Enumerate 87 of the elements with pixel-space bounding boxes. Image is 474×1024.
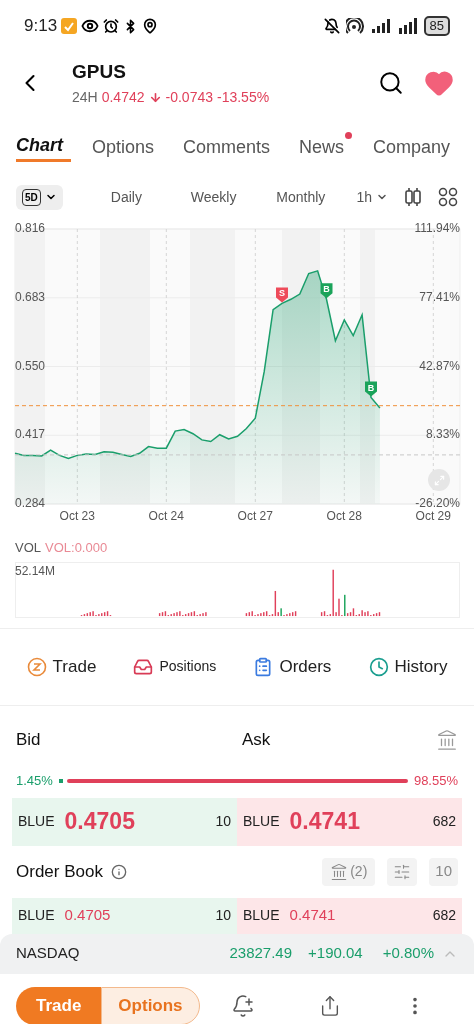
quote-size: 682: [432, 812, 456, 831]
y-axis-label: 0.417: [15, 427, 46, 442]
quote-price: 0.4705: [64, 905, 111, 926]
last-price: 0.4742: [101, 87, 145, 107]
clock-icon: [368, 656, 389, 677]
percent-change: -13.55%: [217, 87, 270, 107]
alert-bell-icon[interactable]: [231, 993, 256, 1018]
trade-marker[interactable]: S: [276, 287, 288, 303]
ask-heading: Ask: [242, 728, 271, 751]
bank-icon[interactable]: [436, 728, 458, 751]
period-tab[interactable]: Monthly: [257, 186, 345, 208]
signal-icon: [397, 18, 418, 34]
app-icon: [61, 18, 78, 34]
x-axis-label: Oct 29: [415, 509, 451, 523]
quote-size: 10: [215, 812, 231, 831]
interval-dropdown[interactable]: 1h: [356, 186, 388, 208]
filter-button[interactable]: [387, 857, 418, 886]
quote-price: 0.4741: [289, 807, 360, 837]
x-axis-label: Oct 24: [148, 509, 184, 523]
period-tab[interactable]: Daily: [82, 186, 170, 208]
session-label: 24H: [72, 87, 98, 107]
tab[interactable]: News: [298, 129, 352, 161]
status-time: 9:13: [24, 15, 58, 38]
quote-size: 10: [215, 906, 231, 925]
y-axis-label: 0.550: [15, 358, 46, 373]
action-button[interactable]: Trade: [26, 653, 97, 680]
annotation: B: [323, 284, 331, 295]
price-change: -0.0743: [165, 87, 213, 107]
order-book-title: Order Book: [16, 860, 103, 883]
action-button[interactable]: History: [368, 653, 448, 680]
action-button[interactable]: Orders: [253, 653, 332, 680]
volume-max-label: 52.14M: [15, 562, 56, 580]
period-tab[interactable]: Weekly: [170, 186, 258, 208]
bank-icon: [330, 862, 349, 881]
percent-axis-label: 8.33%: [425, 427, 460, 442]
stock-symbol: GPUS: [72, 60, 127, 85]
annotation: S: [278, 288, 286, 299]
y-axis-label: 0.284: [15, 496, 46, 511]
x-axis-label: Oct 28: [326, 509, 362, 523]
index-value: 23827.49: [229, 943, 293, 964]
index-ticker-bar[interactable]: NASDAQ 23827.49 +190.04 +0.80%: [0, 933, 474, 974]
tab[interactable]: Comments: [182, 129, 278, 161]
location-icon: [142, 18, 159, 34]
search-button[interactable]: [378, 70, 404, 96]
percent-axis-label: -26.20%: [415, 496, 460, 511]
volume-reading: VOL:0.000: [45, 539, 108, 557]
info-icon[interactable]: [110, 863, 127, 880]
period-chip[interactable]: 5D: [16, 184, 63, 210]
percent-axis-label: 77.41%: [419, 289, 460, 304]
venue-label: BLUE: [243, 906, 280, 925]
quote-price: 0.4705: [64, 807, 135, 837]
x-axis-label: Oct 27: [237, 509, 273, 523]
grid-icon[interactable]: [438, 187, 458, 207]
hotspot-icon: [345, 18, 364, 34]
tab[interactable]: Chart: [16, 128, 71, 162]
x-axis-label: Oct 23: [59, 509, 95, 523]
candlestick-icon[interactable]: [404, 187, 422, 207]
index-name: NASDAQ: [16, 943, 80, 964]
y-axis-label: 0.816: [15, 221, 46, 236]
battery-level: 85: [423, 16, 450, 36]
quote-price: 0.4741: [289, 905, 336, 926]
tab[interactable]: Company: [372, 129, 458, 161]
ask-percent: 98.55%: [413, 771, 458, 790]
index-percent: +0.80%: [382, 943, 434, 964]
tab[interactable]: Options: [91, 129, 162, 161]
sliders-icon: [393, 862, 412, 881]
bid-percent: 1.45%: [16, 771, 53, 790]
quote-size: 682: [432, 906, 456, 925]
down-arrow-icon: [148, 90, 162, 104]
venue-label: BLUE: [18, 906, 55, 925]
signal-icon: [369, 19, 392, 33]
alarm-icon: [103, 18, 120, 34]
mute-icon: [323, 18, 340, 34]
venue-label: BLUE: [18, 812, 55, 831]
y-axis-label: 0.683: [15, 289, 46, 304]
eye-icon: [81, 17, 100, 35]
expand-icon: [433, 474, 445, 486]
percent-axis-label: 111.94%: [414, 221, 460, 236]
bid-heading: Bid: [16, 728, 42, 751]
index-change: +190.04: [308, 943, 363, 964]
volume-label: VOL: [15, 539, 41, 557]
trade-icon: [26, 656, 47, 677]
action-button[interactable]: Positions: [133, 656, 217, 677]
percent-axis-label: 42.87%: [419, 358, 460, 373]
clipboard-icon: [253, 656, 274, 677]
venue-label: BLUE: [243, 812, 280, 831]
annotation: B: [367, 382, 375, 393]
